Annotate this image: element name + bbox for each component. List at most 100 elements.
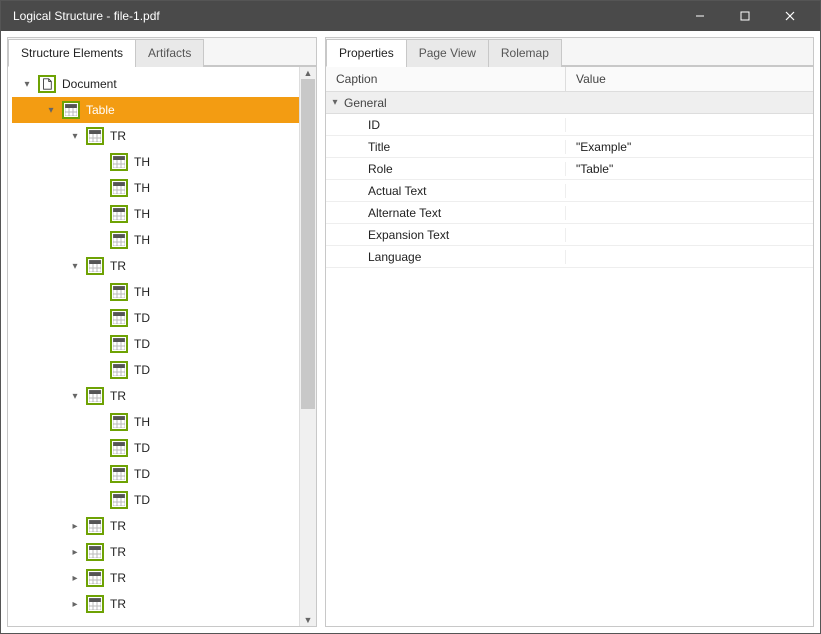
chevron-down-icon[interactable]: ▾: [68, 261, 82, 272]
table-icon: [86, 595, 104, 613]
structure-tree[interactable]: ▾Document▾Table▾TRTHTHTHTH▾TRTHTDTDTD▾TR…: [8, 67, 299, 626]
tree-node[interactable]: TD: [12, 461, 299, 487]
tree-node-label: TR: [108, 571, 128, 585]
properties-body: ▾ General IDTitle"Example"Role"Table"Act…: [326, 92, 813, 626]
maximize-button[interactable]: [722, 1, 767, 31]
tree-node-label: TR: [108, 259, 128, 273]
tab-artifacts[interactable]: Artifacts: [135, 39, 204, 67]
chevron-right-icon[interactable]: ▸: [68, 547, 82, 558]
tree-node-label: TR: [108, 545, 128, 559]
tree-node[interactable]: ▸ TR: [12, 591, 299, 617]
tree-node[interactable]: ▾ TR: [12, 253, 299, 279]
properties-header: Caption Value: [326, 67, 813, 92]
tree-node[interactable]: TD: [12, 305, 299, 331]
tree-node-label: TR: [108, 519, 128, 533]
left-tabs: Structure Elements Artifacts: [8, 38, 316, 67]
property-caption: Language: [326, 250, 566, 264]
tree-node-label: TR: [108, 129, 128, 143]
property-value: "Table": [566, 162, 613, 176]
table-icon: [110, 335, 128, 353]
property-row[interactable]: Expansion Text: [326, 224, 813, 246]
tree-node-label: Table: [84, 103, 117, 117]
tree-node[interactable]: TH: [12, 201, 299, 227]
tree-node-label: TR: [108, 389, 128, 403]
chevron-down-icon[interactable]: ▾: [68, 131, 82, 142]
header-value: Value: [566, 67, 616, 91]
tree-node[interactable]: TD: [12, 487, 299, 513]
tree-node-label: TD: [132, 467, 152, 481]
tab-page-view[interactable]: Page View: [406, 39, 489, 67]
tree-node[interactable]: TH: [12, 149, 299, 175]
property-caption: Alternate Text: [326, 206, 566, 220]
property-caption: ID: [326, 118, 566, 132]
tree-node-label: TH: [132, 415, 152, 429]
header-caption: Caption: [326, 67, 566, 91]
chevron-right-icon[interactable]: ▸: [68, 521, 82, 532]
property-caption: Expansion Text: [326, 228, 566, 242]
tree-node[interactable]: TD: [12, 331, 299, 357]
property-row[interactable]: Language: [326, 246, 813, 268]
table-icon: [110, 153, 128, 171]
tree-node-label: TH: [132, 207, 152, 221]
table-icon: [110, 205, 128, 223]
tree-node[interactable]: TD: [12, 435, 299, 461]
right-tabs: Properties Page View Rolemap: [326, 38, 813, 67]
right-panel: Properties Page View Rolemap Caption Val…: [325, 37, 814, 627]
property-row[interactable]: Alternate Text: [326, 202, 813, 224]
tree-node[interactable]: TH: [12, 409, 299, 435]
property-row[interactable]: ID: [326, 114, 813, 136]
property-row[interactable]: Role"Table": [326, 158, 813, 180]
tree-node-label: TH: [132, 285, 152, 299]
minimize-button[interactable]: [677, 1, 722, 31]
tree-node[interactable]: ▸ TR: [12, 539, 299, 565]
tree-node-label: TH: [132, 233, 152, 247]
close-button[interactable]: [767, 1, 812, 31]
property-group-general[interactable]: ▾ General: [326, 92, 813, 114]
tree-node[interactable]: TH: [12, 175, 299, 201]
table-icon: [110, 361, 128, 379]
tree-node[interactable]: ▾Document: [12, 71, 299, 97]
tree-scrollbar[interactable]: ▲ ▼: [299, 67, 316, 626]
property-row[interactable]: Title"Example": [326, 136, 813, 158]
chevron-right-icon[interactable]: ▸: [68, 573, 82, 584]
scroll-up-icon[interactable]: ▲: [300, 67, 316, 79]
tree-node[interactable]: TH: [12, 227, 299, 253]
tree-container: ▾Document▾Table▾TRTHTHTHTH▾TRTHTDTDTD▾TR…: [8, 67, 316, 626]
tree-node[interactable]: ▾ Table: [12, 97, 299, 123]
table-icon: [110, 413, 128, 431]
table-icon: [86, 569, 104, 587]
scroll-thumb[interactable]: [301, 79, 315, 409]
tree-node-label: TH: [132, 155, 152, 169]
tree-node[interactable]: ▸ TR: [12, 513, 299, 539]
tree-node[interactable]: ▾ TR: [12, 123, 299, 149]
tab-rolemap[interactable]: Rolemap: [488, 39, 562, 67]
document-icon: [38, 75, 56, 93]
tree-node-label: TD: [132, 337, 152, 351]
table-icon: [110, 465, 128, 483]
chevron-right-icon[interactable]: ▸: [68, 599, 82, 610]
tree-node[interactable]: TH: [12, 279, 299, 305]
tree-node-label: TR: [108, 597, 128, 611]
tree-node-label: TH: [132, 181, 152, 195]
tree-node[interactable]: TD: [12, 357, 299, 383]
tab-properties[interactable]: Properties: [326, 39, 407, 67]
table-icon: [110, 283, 128, 301]
table-icon: [110, 179, 128, 197]
tree-node[interactable]: ▸ TR: [12, 565, 299, 591]
table-icon: [110, 439, 128, 457]
chevron-down-icon[interactable]: ▾: [44, 105, 58, 116]
property-value: "Example": [566, 140, 631, 154]
chevron-down-icon[interactable]: ▾: [20, 79, 34, 90]
window-title: Logical Structure - file-1.pdf: [13, 9, 677, 23]
tab-structure-elements[interactable]: Structure Elements: [8, 39, 136, 67]
property-row[interactable]: Actual Text: [326, 180, 813, 202]
property-caption: Actual Text: [326, 184, 566, 198]
table-icon: [86, 257, 104, 275]
chevron-down-icon[interactable]: ▾: [68, 391, 82, 402]
window: Logical Structure - file-1.pdf Structure…: [0, 0, 821, 634]
tree-node-label: TD: [132, 363, 152, 377]
scroll-down-icon[interactable]: ▼: [300, 614, 316, 626]
tree-node[interactable]: ▾ TR: [12, 383, 299, 409]
table-icon: [86, 387, 104, 405]
property-caption: Title: [326, 140, 566, 154]
